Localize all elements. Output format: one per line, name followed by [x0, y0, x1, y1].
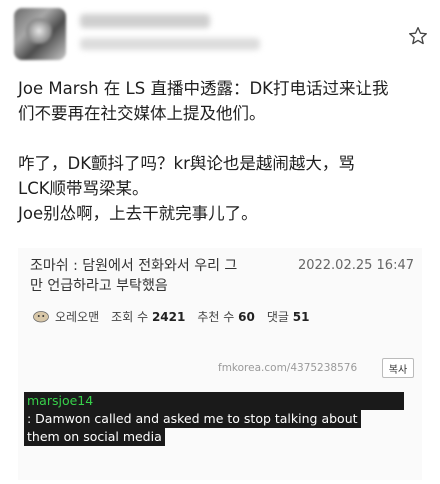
embedded-screenshot[interactable]: 조마쉬 : 담원에서 전화와서 우리 그 2022.02.25 16:47 만 … [18, 248, 422, 480]
post-body: Joe Marsh 在 LS 直播中透露：DK打电话过来让我 们不要再在社交媒体… [18, 76, 430, 226]
screenshot-title-line: 조마쉬 : 담원에서 전화와서 우리 그 [30, 258, 238, 274]
recommend-count: 60 [238, 309, 255, 324]
post-url: fmkorea.com/4375238576 [218, 362, 358, 374]
screenshot-meta: 오레오맨 조회 수 2421 추천 수 60 댓글 51 [32, 306, 412, 326]
star-icon[interactable] [408, 26, 428, 46]
recommend-label: 추천 수 [197, 309, 235, 324]
screenshot-title-line: 만 언급하라고 부탁했음 [30, 278, 168, 294]
author-name: 오레오맨 [55, 309, 100, 324]
caption-line: : Damwon called and asked me to stop tal… [24, 410, 361, 428]
post-line: Joe Marsh 在 LS 直播中透露：DK打电话过来让我 [18, 79, 389, 98]
post-line: LCK顺带骂梁某。 [18, 179, 149, 198]
copy-button[interactable]: 복사 [382, 358, 414, 378]
comments-count: 51 [292, 309, 310, 324]
post-line: 咋了，DK颤抖了吗？kr舆论也是越闹越大，骂 [18, 154, 355, 173]
comments-label: 댓글 [266, 309, 289, 324]
views-count: 2421 [151, 309, 186, 324]
post-line: Joe别怂啊，上去干就完事儿了。 [18, 204, 258, 223]
caption-username: marsjoe14 [24, 392, 404, 410]
blurred-username [80, 14, 210, 28]
screenshot-title: 조마쉬 : 담원에서 전화와서 우리 그 2022.02.25 16:47 만 … [30, 256, 420, 296]
caption-line: them on social media [24, 428, 165, 446]
blurred-post-meta [80, 38, 260, 50]
screenshot-date: 2022.02.25 16:47 [297, 258, 414, 273]
post-header [0, 0, 440, 70]
author-avatar-icon [33, 311, 49, 323]
views-label: 조회 수 [111, 309, 149, 324]
post-line: 们不要再在社交媒体上提及他们。 [18, 104, 266, 123]
avatar[interactable] [14, 8, 66, 60]
subtitle-caption: marsjoe14 : Damwon called and asked me t… [24, 392, 404, 446]
